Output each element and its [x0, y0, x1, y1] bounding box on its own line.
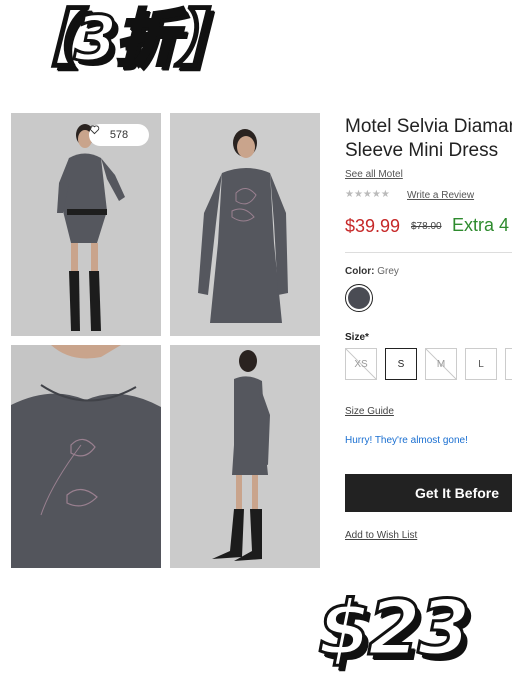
size-option-s[interactable]: S	[385, 348, 417, 380]
product-photo-front[interactable]: 578	[11, 113, 161, 336]
color-swatch-grey[interactable]	[345, 284, 373, 312]
size-option-xs[interactable]: XS	[345, 348, 377, 380]
add-to-wishlist-link[interactable]: Add to Wish List	[345, 530, 417, 541]
embroidery-closeup-illustration	[11, 345, 161, 568]
size-guide-link[interactable]: Size Guide	[345, 406, 394, 417]
size-option-l[interactable]: L	[465, 348, 497, 380]
swatch-fill	[348, 287, 370, 309]
brand-link[interactable]: See all Motel	[345, 169, 403, 180]
color-label: Color: Grey	[345, 266, 399, 277]
color-value: Grey	[377, 266, 399, 277]
add-to-bag-button[interactable]: Get It Before	[345, 474, 512, 512]
size-label: Size*	[345, 332, 369, 343]
product-info-panel: Motel Selvia Diaman Sleeve Mini Dress Se…	[345, 0, 512, 682]
likes-button[interactable]: 578	[89, 124, 149, 146]
product-title-line2: Sleeve Mini Dress	[345, 140, 499, 161]
product-photo-side[interactable]	[170, 345, 320, 568]
product-title-line1: Motel Selvia Diaman	[345, 116, 512, 137]
likes-count: 578	[109, 129, 129, 141]
product-photo-closeup[interactable]	[11, 345, 161, 568]
size-option-next[interactable]	[505, 348, 512, 380]
heart-icon	[89, 125, 100, 135]
size-option-m[interactable]: M	[425, 348, 457, 380]
original-price: $78.00	[411, 221, 442, 232]
product-title: Motel Selvia Diaman Sleeve Mini Dress	[345, 115, 512, 163]
sale-price: $39.99	[345, 216, 401, 236]
write-review-link[interactable]: Write a Review	[407, 190, 474, 201]
discount-tag-overlay: 【3折】	[12, 2, 238, 75]
model-front-illustration	[11, 113, 161, 336]
promo-text: Extra 4	[452, 215, 510, 235]
model-side-illustration	[170, 345, 320, 568]
model-pose-illustration	[170, 113, 320, 336]
color-label-title: Color:	[345, 266, 375, 277]
product-photo-front-pose[interactable]	[170, 113, 320, 336]
price-overlay: $23	[317, 583, 473, 672]
stock-message: Hurry! They're almost gone!	[345, 435, 468, 446]
rating-stars: ★★★★★	[345, 189, 390, 200]
divider	[345, 252, 512, 253]
